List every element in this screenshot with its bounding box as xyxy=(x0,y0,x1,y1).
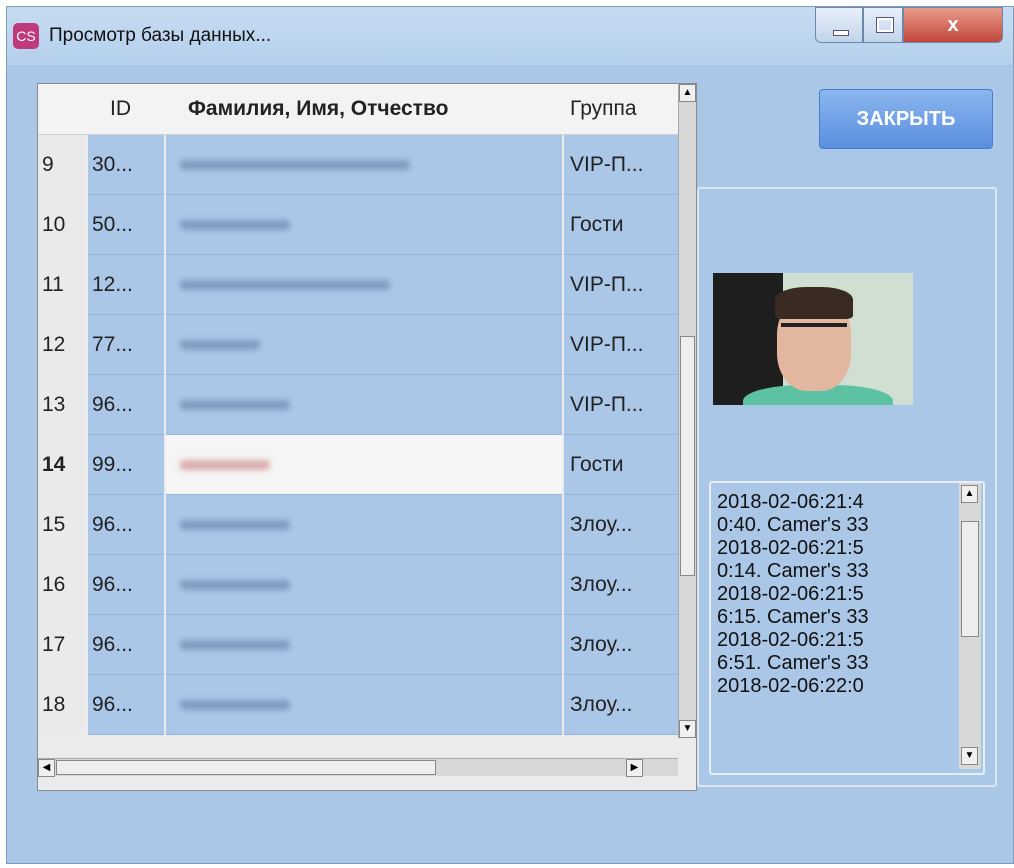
row-number: 12 xyxy=(38,315,86,375)
redacted-name xyxy=(180,160,410,170)
row-number: 11 xyxy=(38,255,86,315)
table-row[interactable]: 9 30... VIP-П... xyxy=(38,135,678,195)
id-cell[interactable]: 96... xyxy=(88,675,164,735)
group-cell[interactable]: VIP-П... xyxy=(564,315,678,375)
name-cell[interactable] xyxy=(166,375,562,435)
name-cell[interactable] xyxy=(166,495,562,555)
table-row-selected[interactable]: 14 99... Гости xyxy=(38,435,678,495)
redacted-name xyxy=(180,700,290,710)
id-cell[interactable]: 77... xyxy=(88,315,164,375)
redacted-name xyxy=(180,400,290,410)
name-cell[interactable] xyxy=(166,675,562,735)
header-id[interactable]: ID xyxy=(110,84,162,134)
redacted-name xyxy=(180,340,260,350)
redacted-name xyxy=(180,640,290,650)
records-table[interactable]: ID Фамилия, Имя, Отчество Группа 9 30...… xyxy=(37,83,697,791)
id-cell[interactable]: 96... xyxy=(88,375,164,435)
group-cell[interactable]: VIP-П... xyxy=(564,135,678,195)
redacted-name xyxy=(180,580,290,590)
table-row[interactable]: 16 96... Злоу... xyxy=(38,555,678,615)
log-scroll-thumb[interactable] xyxy=(961,521,979,637)
id-cell[interactable]: 99... xyxy=(88,435,164,495)
row-number: 18 xyxy=(38,675,86,735)
row-number: 17 xyxy=(38,615,86,675)
scroll-down-icon[interactable]: ▼ xyxy=(679,720,696,738)
id-cell[interactable]: 96... xyxy=(88,495,164,555)
redacted-name xyxy=(180,520,290,530)
visit-log-text: 2018-02-06:21:4 0:40. Camer's 33 2018-02… xyxy=(717,491,869,697)
database-viewer-window: CS Просмотр базы данных... x ID Фамилия,… xyxy=(6,6,1014,864)
id-cell[interactable]: 12... xyxy=(88,255,164,315)
group-cell[interactable]: VIP-П... xyxy=(564,255,678,315)
name-cell[interactable] xyxy=(166,135,562,195)
table-horizontal-scrollbar[interactable]: ◀ ▶ xyxy=(38,758,678,777)
horizontal-scroll-thumb[interactable] xyxy=(56,760,436,775)
maximize-button[interactable] xyxy=(863,7,903,43)
name-cell[interactable] xyxy=(166,195,562,255)
group-cell[interactable]: Злоу... xyxy=(564,675,678,735)
row-number: 15 xyxy=(38,495,86,555)
group-cell[interactable]: Злоу... xyxy=(564,615,678,675)
scroll-up-icon[interactable]: ▲ xyxy=(679,84,696,102)
app-logo-icon: CS xyxy=(13,23,39,49)
id-cell[interactable]: 50... xyxy=(88,195,164,255)
redacted-name xyxy=(180,460,270,470)
group-cell[interactable]: Злоу... xyxy=(564,495,678,555)
minimize-button[interactable] xyxy=(815,7,863,43)
group-cell[interactable]: Гости xyxy=(564,435,678,495)
table-row[interactable]: 11 12... VIP-П... xyxy=(38,255,678,315)
window-close-button[interactable]: x xyxy=(903,7,1003,43)
name-cell[interactable] xyxy=(166,435,562,495)
table-row[interactable]: 12 77... VIP-П... xyxy=(38,315,678,375)
scroll-left-icon[interactable]: ◀ xyxy=(38,759,55,777)
title-bar[interactable]: CS Просмотр базы данных... x xyxy=(7,7,1013,65)
table-row[interactable]: 15 96... Злоу... xyxy=(38,495,678,555)
details-panel: 2018-02-06:21:4 0:40. Camer's 33 2018-02… xyxy=(697,187,997,787)
row-number: 13 xyxy=(38,375,86,435)
row-number: 16 xyxy=(38,555,86,615)
visit-log-list[interactable]: 2018-02-06:21:4 0:40. Camer's 33 2018-02… xyxy=(709,481,985,775)
close-icon: x xyxy=(947,14,959,36)
id-cell[interactable]: 96... xyxy=(88,555,164,615)
table-row[interactable]: 18 96... Злоу... xyxy=(38,675,678,735)
log-vertical-scrollbar[interactable]: ▲ ▼ xyxy=(959,483,981,769)
table-body: 9 30... VIP-П... 10 50... Гости 11 12...… xyxy=(38,135,678,737)
maximize-icon xyxy=(876,17,894,33)
table-row[interactable]: 17 96... Злоу... xyxy=(38,615,678,675)
scroll-right-icon[interactable]: ▶ xyxy=(626,759,643,777)
row-number: 9 xyxy=(38,135,86,195)
row-number: 10 xyxy=(38,195,86,255)
id-cell[interactable]: 96... xyxy=(88,615,164,675)
redacted-name xyxy=(180,220,290,230)
group-cell[interactable]: Злоу... xyxy=(564,555,678,615)
group-cell[interactable]: VIP-П... xyxy=(564,375,678,435)
header-row-number xyxy=(38,84,86,134)
table-row[interactable]: 13 96... VIP-П... xyxy=(38,375,678,435)
header-group[interactable]: Группа xyxy=(570,84,678,134)
table-row[interactable]: 10 50... Гости xyxy=(38,195,678,255)
person-photo xyxy=(713,273,913,405)
scroll-down-icon[interactable]: ▼ xyxy=(961,747,978,765)
name-cell[interactable] xyxy=(166,555,562,615)
close-button[interactable]: ЗАКРЫТЬ xyxy=(819,89,993,149)
group-cell[interactable]: Гости xyxy=(564,195,678,255)
name-cell[interactable] xyxy=(166,615,562,675)
row-number: 14 xyxy=(38,435,86,495)
scroll-up-icon[interactable]: ▲ xyxy=(961,485,978,503)
redacted-name xyxy=(180,280,390,290)
id-cell[interactable]: 30... xyxy=(88,135,164,195)
header-full-name[interactable]: Фамилия, Имя, Отчество xyxy=(188,84,560,134)
name-cell[interactable] xyxy=(166,315,562,375)
window-title: Просмотр базы данных... xyxy=(49,25,272,46)
table-vertical-scrollbar[interactable]: ▲ ▼ xyxy=(678,84,696,738)
table-header: ID Фамилия, Имя, Отчество Группа xyxy=(38,84,678,135)
minimize-icon xyxy=(833,30,849,36)
name-cell[interactable] xyxy=(166,255,562,315)
vertical-scroll-thumb[interactable] xyxy=(680,336,695,576)
